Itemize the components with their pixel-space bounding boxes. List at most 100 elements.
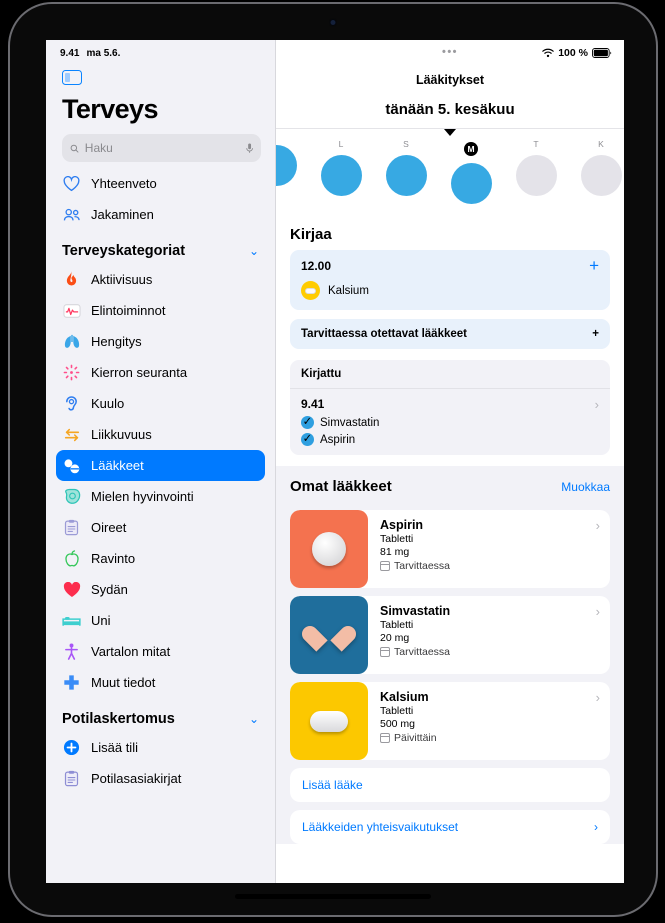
sidebar-item-ravinto[interactable]: Ravinto (56, 543, 265, 574)
medication-row-simvastatin[interactable]: Simvastatin Tabletti 20 mg Tarvittaessa … (290, 596, 610, 674)
content-scroll: Kirjaa 12.00 + Kalsium Tarvittaessa otet… (276, 215, 624, 883)
chevron-down-icon[interactable]: ⌄ (249, 244, 259, 258)
vitals-icon (62, 301, 81, 320)
medication-row-kalsium[interactable]: Kalsium Tabletti 500 mg Päivittäin › (290, 682, 610, 760)
medication-frequency: Päivittäin (380, 732, 600, 744)
records-icon (62, 769, 81, 788)
day-circle[interactable] (276, 145, 297, 186)
log-entry-card[interactable]: 12.00 + Kalsium (290, 250, 610, 310)
add-medication-button[interactable]: Lisää lääke (290, 768, 610, 802)
sidebar-item-label: Elintoiminnot (91, 303, 166, 318)
medication-frequency: Tarvittaessa (380, 560, 600, 572)
logged-item-label: Aspirin (320, 433, 356, 446)
chevron-right-icon[interactable]: › (594, 820, 598, 834)
sidebar-item-elintoiminnot[interactable]: Elintoiminnot (56, 295, 265, 326)
heart-outline-icon (62, 174, 81, 193)
status-bar-right: ••• 100 % (276, 40, 624, 62)
sidebar-item-label: Jakaminen (91, 207, 154, 222)
day-item[interactable]: T (514, 139, 558, 196)
chevron-right-icon[interactable]: › (596, 690, 600, 705)
sidebar-item-label: Uni (91, 613, 111, 628)
plus-icon[interactable]: + (589, 257, 599, 274)
day-letter: M (464, 142, 478, 156)
search-bar[interactable] (62, 134, 261, 162)
calendar-icon (380, 733, 390, 743)
date-title[interactable]: tänään 5. kesäkuu (276, 87, 624, 128)
sidebar-item-potilasasiakirjat[interactable]: Potilasasiakirjat (56, 763, 265, 794)
flame-icon (62, 270, 81, 289)
sidebar-item-lisaa-tili[interactable]: Lisää tili (56, 732, 265, 763)
sidebar-scroll: Yhteenveto Jakaminen Terveyskategoriat ⌄… (46, 162, 275, 883)
round-pill-icon (312, 532, 346, 566)
sidebar: 9.41 ma 5.6. Terveys Haku Yhteenveto Jak… (46, 40, 276, 883)
sidebar-item-vartalon-mitat[interactable]: Vartalon mitat (56, 636, 265, 667)
sidebar-item-liikkuvuus[interactable]: Liikkuvuus (56, 419, 265, 450)
day-item-today[interactable]: M (449, 139, 493, 204)
home-indicator[interactable] (235, 894, 431, 899)
sidebar-item-muut-tiedot[interactable]: Muut tiedot (56, 667, 265, 698)
logged-body[interactable]: 9.41 › ✓ Simvastatin ✓ Aspirin (290, 389, 610, 455)
search-icon (70, 144, 79, 153)
chevron-right-icon[interactable]: › (595, 397, 599, 412)
log-heading: Kirjaa (290, 226, 332, 243)
ipad-device: 9.41 ma 5.6. Terveys Haku Yhteenveto Jak… (8, 2, 658, 917)
sidebar-item-label: Liikkuvuus (91, 427, 152, 442)
sidebar-item-mielen-hyvinvointi[interactable]: Mielen hyvinvointi (56, 481, 265, 512)
sidebar-item-kuulo[interactable]: Kuulo (56, 388, 265, 419)
capsule-pill-icon (310, 710, 348, 732)
medication-frequency-label: Päivittäin (394, 732, 437, 744)
day-circle[interactable] (580, 155, 622, 196)
sidebar-item-yhteenveto[interactable]: Yhteenveto (56, 168, 265, 199)
sidebar-item-uni[interactable]: Uni (56, 605, 265, 636)
day-item[interactable] (276, 139, 298, 186)
chevron-down-icon[interactable]: ⌄ (249, 712, 259, 726)
edit-button[interactable]: Muokkaa (561, 480, 610, 494)
day-circle[interactable] (385, 155, 427, 196)
mind-icon (62, 487, 81, 506)
drug-interactions-button[interactable]: Lääkkeiden yhteisvaikutukset › (290, 810, 610, 844)
day-list[interactable]: L S M T K (276, 129, 624, 204)
logged-card: Kirjattu 9.41 › ✓ Simvastatin ✓ Aspirin (290, 360, 610, 455)
plus-icon[interactable]: + (592, 328, 599, 341)
sidebar-item-sydan[interactable]: Sydän (56, 574, 265, 605)
sidebar-item-oireet[interactable]: Oireet (56, 512, 265, 543)
my-medications-header: Omat lääkkeet Muokkaa (290, 478, 610, 502)
status-time: 9.41 (60, 47, 80, 59)
sidebar-item-jakaminen[interactable]: Jakaminen (56, 199, 265, 230)
medication-row-aspirin[interactable]: Aspirin Tabletti 81 mg Tarvittaessa › (290, 510, 610, 588)
microphone-icon[interactable] (246, 142, 253, 155)
my-medications-section: Omat lääkkeet Muokkaa Aspirin Tabletti 8… (276, 466, 624, 844)
as-needed-row[interactable]: Tarvittaessa otettavat lääkkeet + (290, 319, 610, 349)
sidebar-item-laakkeet[interactable]: Lääkkeet (56, 450, 265, 481)
search-input[interactable] (84, 141, 240, 155)
sidebar-item-aktiivisuus[interactable]: Aktiivisuus (56, 264, 265, 295)
day-circle[interactable] (515, 155, 557, 196)
sidebar-item-label: Ravinto (91, 551, 136, 566)
day-item[interactable]: L (319, 139, 363, 196)
chevron-right-icon[interactable]: › (596, 604, 600, 619)
medication-form: Tabletti (380, 533, 414, 545)
my-medications-heading: Omat lääkkeet (290, 478, 392, 495)
sidebar-toggle-icon[interactable] (62, 70, 82, 85)
page-title: Terveys (62, 94, 158, 124)
multitasking-dots-icon[interactable]: ••• (442, 47, 458, 58)
medication-tile (290, 510, 368, 588)
sidebar-section-header-categories[interactable]: Terveyskategoriat ⌄ (62, 243, 259, 259)
sidebar-item-kierron-seuranta[interactable]: Kierron seuranta (56, 357, 265, 388)
logged-item: ✓ Aspirin (301, 433, 599, 446)
sidebar-item-label: Kuulo (91, 396, 125, 411)
day-item[interactable]: K (579, 139, 623, 196)
log-entry-time: 12.00 (301, 259, 332, 273)
logged-time: 9.41 (301, 397, 325, 411)
log-section: Kirjaa 12.00 + Kalsium Tarvittaessa otet… (276, 215, 624, 455)
sidebar-item-label: Hengitys (91, 334, 142, 349)
day-circle[interactable] (320, 155, 362, 196)
sidebar-item-hengitys[interactable]: Hengitys (56, 326, 265, 357)
chevron-right-icon[interactable]: › (596, 518, 600, 533)
sidebar-item-label: Kierron seuranta (91, 365, 188, 380)
people-icon (62, 205, 81, 224)
day-item[interactable]: S (384, 139, 428, 196)
day-circle[interactable] (450, 163, 492, 204)
logged-heading: Kirjattu (290, 360, 610, 389)
sidebar-section-header-records[interactable]: Potilaskertomus ⌄ (62, 711, 259, 727)
